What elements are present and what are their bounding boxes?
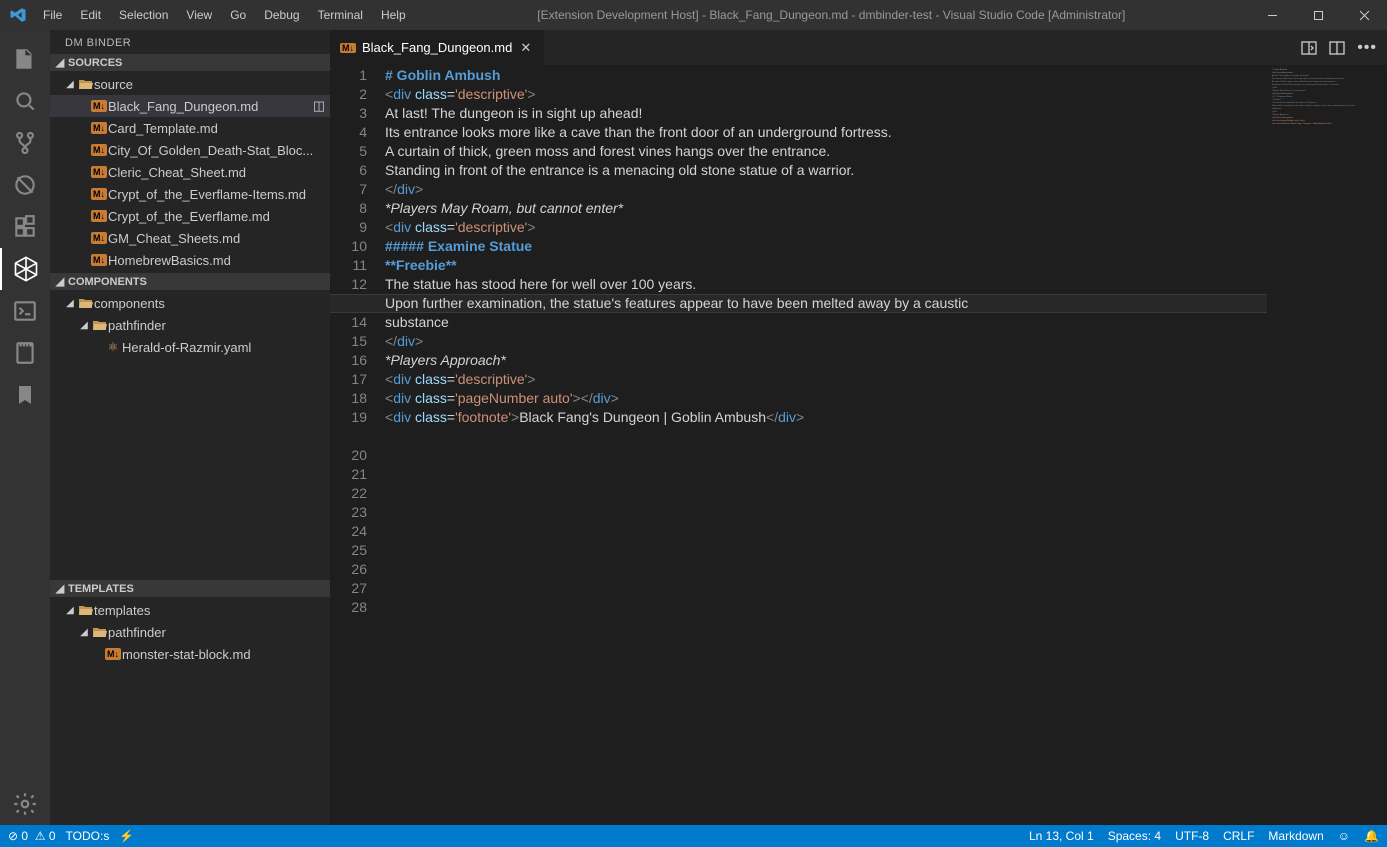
minimize-button[interactable] xyxy=(1249,0,1295,30)
status-feedback-icon[interactable]: ☺ xyxy=(1338,829,1350,843)
folder-open-icon xyxy=(90,319,108,331)
extensions-icon[interactable] xyxy=(0,206,50,248)
menu-terminal[interactable]: Terminal xyxy=(310,4,371,26)
markdown-file-icon: M↓ xyxy=(90,122,108,134)
menu-file[interactable]: File xyxy=(35,4,70,26)
menu-edit[interactable]: Edit xyxy=(72,4,109,26)
editor-body[interactable]: 12345678910111213141516171819 2021222324… xyxy=(330,65,1387,825)
menu-help[interactable]: Help xyxy=(373,4,414,26)
markdown-file-icon: M↓ xyxy=(90,166,108,178)
split-preview-icon[interactable] xyxy=(1301,40,1317,56)
tree-file[interactable]: M↓HomebrewBasics.md xyxy=(50,249,330,271)
status-sync-icon[interactable]: ⚡ xyxy=(119,829,134,843)
titlebar: FileEditSelectionViewGoDebugTerminalHelp… xyxy=(0,0,1387,30)
more-actions-icon[interactable]: ••• xyxy=(1357,39,1377,57)
search-icon[interactable] xyxy=(0,80,50,122)
status-cursor-position[interactable]: Ln 13, Col 1 xyxy=(1029,829,1094,843)
editor-group: M↓ Black_Fang_Dungeon.md ✕ ••• 123456789… xyxy=(330,30,1387,825)
yaml-file-icon: ⚛ xyxy=(104,340,122,354)
tree-folder[interactable]: ◢components xyxy=(50,292,330,314)
tab-close-icon[interactable]: ✕ xyxy=(518,40,533,56)
tree-folder[interactable]: ◢pathfinder xyxy=(50,621,330,643)
sidebar-title: DM BINDER xyxy=(50,30,330,54)
status-problems[interactable]: ⊘ 0 ⚠ 0 xyxy=(8,829,56,843)
window-title: [Extension Development Host] - Black_Fan… xyxy=(414,8,1249,22)
split-action-icon[interactable]: ◫ xyxy=(308,98,330,114)
dmbinder-icon[interactable] xyxy=(0,248,50,290)
menu-selection[interactable]: Selection xyxy=(111,4,176,26)
tree-file[interactable]: M↓City_Of_Golden_Death-Stat_Bloc... xyxy=(50,139,330,161)
activity-bar xyxy=(0,30,50,825)
tree-folder[interactable]: ◢source xyxy=(50,73,330,95)
source-control-icon[interactable] xyxy=(0,122,50,164)
status-indentation[interactable]: Spaces: 4 xyxy=(1108,829,1161,843)
status-encoding[interactable]: UTF-8 xyxy=(1175,829,1209,843)
tree-file[interactable]: M↓Black_Fang_Dungeon.md◫ xyxy=(50,95,330,117)
markdown-file-icon: M↓ xyxy=(90,210,108,222)
code-content[interactable]: # Goblin Ambush<div class='descriptive'>… xyxy=(385,65,1387,825)
tab-active[interactable]: M↓ Black_Fang_Dungeon.md ✕ xyxy=(330,30,544,65)
folder-open-icon xyxy=(76,604,94,616)
tree-file[interactable]: ⚛Herald-of-Razmir.yaml xyxy=(50,336,330,358)
markdown-file-icon: M↓ xyxy=(340,42,356,54)
status-bell-icon[interactable]: 🔔 xyxy=(1364,829,1379,843)
bookmark-icon[interactable] xyxy=(0,374,50,416)
folder-open-icon xyxy=(90,626,108,638)
markdown-file-icon: M↓ xyxy=(90,254,108,266)
status-todo[interactable]: TODO:s xyxy=(66,829,110,843)
markdown-file-icon: M↓ xyxy=(104,648,122,660)
menu-go[interactable]: Go xyxy=(222,4,254,26)
folder-open-icon xyxy=(76,297,94,309)
status-eol[interactable]: CRLF xyxy=(1223,829,1254,843)
settings-gear-icon[interactable] xyxy=(0,783,50,825)
vscode-logo-icon xyxy=(0,6,35,24)
tree-file[interactable]: M↓Crypt_of_the_Everflame.md xyxy=(50,205,330,227)
components-section-header[interactable]: ◢COMPONENTS xyxy=(50,273,330,290)
folder-open-icon xyxy=(76,78,94,90)
sources-section-header[interactable]: ◢SOURCES xyxy=(50,54,330,71)
tree-folder[interactable]: ◢pathfinder xyxy=(50,314,330,336)
minimap[interactable]: # Goblin Ambush<div class='descriptive'>… xyxy=(1267,65,1387,825)
status-bar: ⊘ 0 ⚠ 0 TODO:s ⚡ Ln 13, Col 1 Spaces: 4 … xyxy=(0,825,1387,847)
main-menu: FileEditSelectionViewGoDebugTerminalHelp xyxy=(35,4,414,26)
tab-bar: M↓ Black_Fang_Dungeon.md ✕ ••• xyxy=(330,30,1387,65)
explorer-icon[interactable] xyxy=(0,38,50,80)
tree-file[interactable]: M↓Card_Template.md xyxy=(50,117,330,139)
notebook-icon[interactable] xyxy=(0,332,50,374)
markdown-file-icon: M↓ xyxy=(90,232,108,244)
debug-icon[interactable] xyxy=(0,164,50,206)
split-editor-icon[interactable] xyxy=(1329,40,1345,56)
line-number-gutter: 12345678910111213141516171819 2021222324… xyxy=(330,65,385,825)
markdown-file-icon: M↓ xyxy=(90,100,108,112)
maximize-button[interactable] xyxy=(1295,0,1341,30)
markdown-file-icon: M↓ xyxy=(90,144,108,156)
tab-label: Black_Fang_Dungeon.md xyxy=(362,40,512,55)
sidebar: DM BINDER ◢SOURCES ◢sourceM↓Black_Fang_D… xyxy=(50,30,330,825)
terminal-panel-icon[interactable] xyxy=(0,290,50,332)
markdown-file-icon: M↓ xyxy=(90,188,108,200)
tree-file[interactable]: M↓monster-stat-block.md xyxy=(50,643,330,665)
tree-folder[interactable]: ◢templates xyxy=(50,599,330,621)
tree-file[interactable]: M↓Cleric_Cheat_Sheet.md xyxy=(50,161,330,183)
menu-debug[interactable]: Debug xyxy=(256,4,307,26)
tree-file[interactable]: M↓GM_Cheat_Sheets.md xyxy=(50,227,330,249)
close-button[interactable] xyxy=(1341,0,1387,30)
templates-section-header[interactable]: ◢TEMPLATES xyxy=(50,580,330,597)
menu-view[interactable]: View xyxy=(178,4,220,26)
tree-file[interactable]: M↓Crypt_of_the_Everflame-Items.md xyxy=(50,183,330,205)
status-language[interactable]: Markdown xyxy=(1268,829,1323,843)
